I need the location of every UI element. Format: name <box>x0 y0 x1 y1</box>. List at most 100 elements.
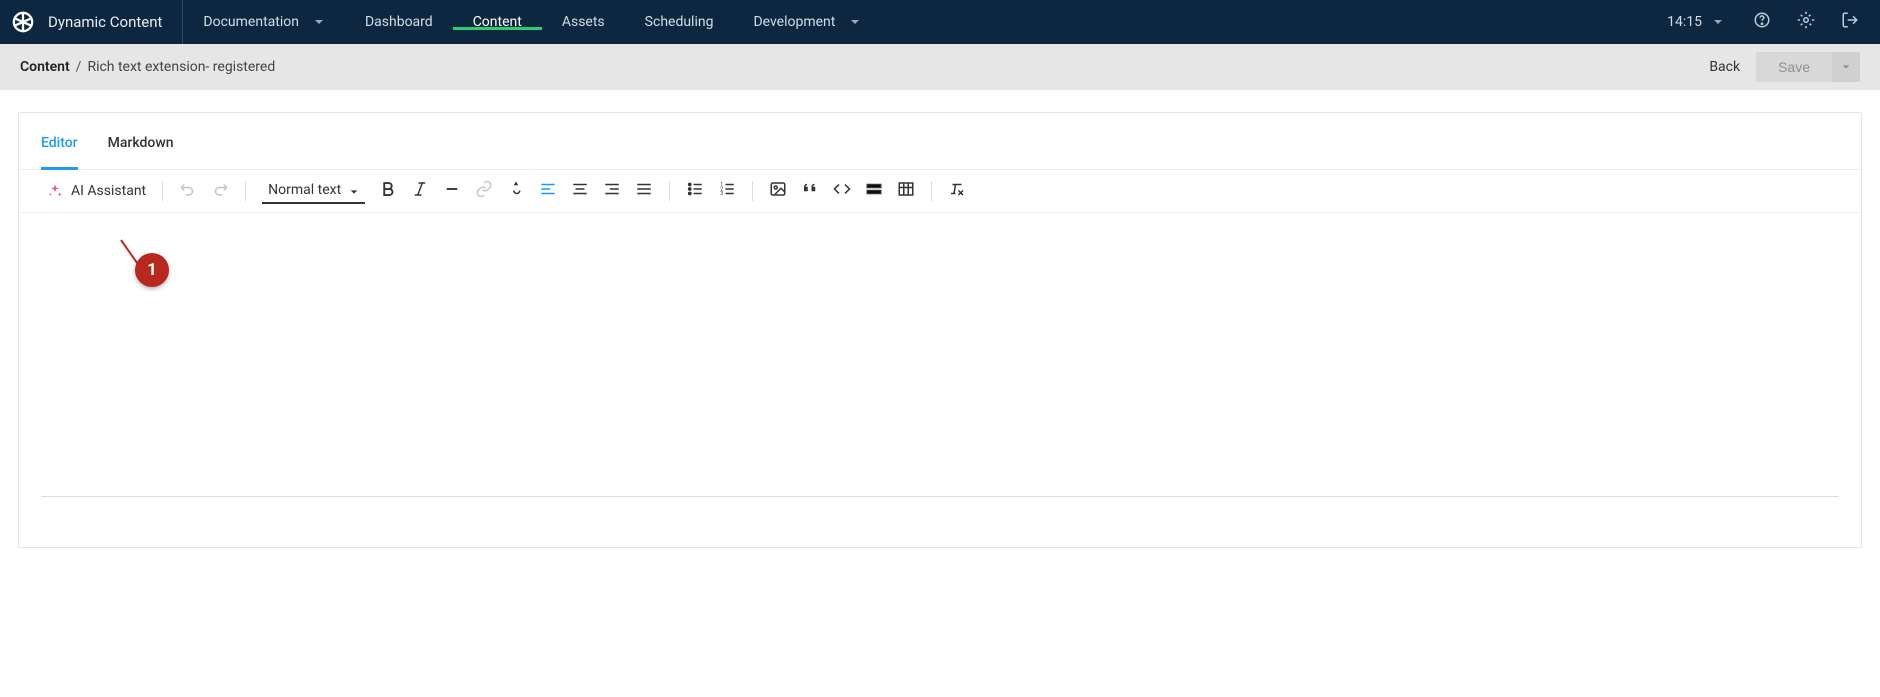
align-right-icon <box>603 180 621 202</box>
text-format-select[interactable]: Normal text <box>262 178 365 204</box>
sparkle-icon <box>47 183 63 199</box>
breadcrumb-bar: Content / Rich text extension- registere… <box>0 44 1880 90</box>
undo-button[interactable] <box>173 176 203 206</box>
clear-format-icon <box>948 180 966 202</box>
block-icon <box>865 180 883 202</box>
chevron-down-icon <box>313 16 325 28</box>
top-nav: Dynamic Content Documentation Dashboard … <box>0 0 1880 44</box>
chevron-down-icon <box>849 16 861 28</box>
settings-button[interactable] <box>1788 4 1824 40</box>
tab-editor[interactable]: Editor <box>41 135 78 170</box>
text-format-label: Normal text <box>268 182 341 198</box>
align-right-button[interactable] <box>597 176 627 206</box>
code-button[interactable] <box>827 176 857 206</box>
time-value: 14:15 <box>1667 14 1702 30</box>
top-nav-right: 14:15 <box>1655 0 1880 44</box>
toolbar-separator <box>931 181 932 201</box>
table-button[interactable] <box>891 176 921 206</box>
link-button[interactable] <box>469 176 499 206</box>
app-title: Dynamic Content <box>48 13 162 31</box>
content-block-button[interactable] <box>859 176 889 206</box>
help-icon <box>1753 11 1771 33</box>
ordered-list-icon: 123 <box>718 180 736 202</box>
ai-assistant-button[interactable]: AI Assistant <box>41 179 152 203</box>
editor-toolbar: AI Assistant Normal text <box>19 170 1861 213</box>
bold-button[interactable] <box>373 176 403 206</box>
align-justify-button[interactable] <box>629 176 659 206</box>
toolbar-separator <box>245 181 246 201</box>
redo-button[interactable] <box>205 176 235 206</box>
align-center-icon <box>571 180 589 202</box>
top-nav-left: Dynamic Content Documentation Dashboard … <box>0 0 881 44</box>
nav-scheduling[interactable]: Scheduling <box>625 14 734 30</box>
anchor-button[interactable] <box>501 176 531 206</box>
back-button[interactable]: Back <box>1709 59 1740 75</box>
brand-logo-icon <box>12 11 34 33</box>
canvas-wrap: Editor Markdown AI Assistant Normal tex <box>0 90 1880 566</box>
card-bottom-space <box>19 519 1861 547</box>
minus-icon <box>443 180 461 202</box>
code-icon <box>833 180 851 202</box>
quote-icon <box>801 180 819 202</box>
align-left-button[interactable] <box>533 176 563 206</box>
link-icon <box>475 180 493 202</box>
quote-button[interactable] <box>795 176 825 206</box>
time-display[interactable]: 14:15 <box>1655 14 1736 30</box>
save-button[interactable]: Save <box>1756 52 1832 82</box>
breadcrumb-root[interactable]: Content <box>20 59 70 75</box>
align-justify-icon <box>635 180 653 202</box>
nav-assets[interactable]: Assets <box>542 14 625 30</box>
table-icon <box>897 180 915 202</box>
bold-icon <box>379 180 397 202</box>
nav-dashboard[interactable]: Dashboard <box>345 14 453 30</box>
save-dropdown-button[interactable] <box>1832 52 1860 82</box>
tab-markdown[interactable]: Markdown <box>108 135 174 169</box>
editor-body: 1 <box>19 213 1861 519</box>
gear-icon <box>1797 11 1815 33</box>
top-nav-spacer <box>881 0 1655 44</box>
nav-assets-label: Assets <box>562 14 605 30</box>
breadcrumb-page: Rich text extension- registered <box>87 59 275 75</box>
image-button[interactable] <box>763 176 793 206</box>
nav-content[interactable]: Content <box>453 14 542 30</box>
undo-icon <box>179 180 197 202</box>
save-button-group: Save <box>1756 52 1860 82</box>
logout-button[interactable] <box>1832 4 1868 40</box>
nav-documentation-label: Documentation <box>203 14 299 30</box>
brand-block[interactable]: Dynamic Content <box>0 0 183 44</box>
horizontal-rule-button[interactable] <box>437 176 467 206</box>
breadcrumb-actions: Back Save <box>1709 52 1860 82</box>
nav-dashboard-label: Dashboard <box>365 14 433 30</box>
editor-tabs: Editor Markdown <box>19 113 1861 170</box>
callout-number: 1 <box>147 260 157 280</box>
toolbar-separator <box>752 181 753 201</box>
nav-content-label: Content <box>473 14 522 30</box>
chevron-down-icon <box>349 185 359 195</box>
redo-icon <box>211 180 229 202</box>
help-button[interactable] <box>1744 4 1780 40</box>
svg-text:3: 3 <box>720 191 723 197</box>
editor-textarea[interactable]: 1 <box>41 227 1839 497</box>
logout-icon <box>1841 11 1859 33</box>
clear-format-button[interactable] <box>942 176 972 206</box>
breadcrumb-separator: / <box>76 59 82 75</box>
editor-card: Editor Markdown AI Assistant Normal tex <box>18 112 1862 548</box>
nav-development[interactable]: Development <box>733 14 881 30</box>
chevron-down-icon <box>1712 16 1724 28</box>
align-left-icon <box>539 180 557 202</box>
image-icon <box>769 180 787 202</box>
ai-assistant-label: AI Assistant <box>71 183 146 199</box>
toolbar-separator <box>162 181 163 201</box>
bullet-list-button[interactable] <box>680 176 710 206</box>
align-center-button[interactable] <box>565 176 595 206</box>
chevron-down-icon <box>1841 60 1851 75</box>
nav-scheduling-label: Scheduling <box>645 14 714 30</box>
italic-icon <box>411 180 429 202</box>
italic-button[interactable] <box>405 176 435 206</box>
anchor-icon <box>507 180 525 202</box>
callout-badge-1: 1 <box>135 253 169 287</box>
nav-development-label: Development <box>753 14 835 30</box>
nav-documentation[interactable]: Documentation <box>183 14 345 30</box>
ordered-list-button[interactable]: 123 <box>712 176 742 206</box>
bullet-list-icon <box>686 180 704 202</box>
